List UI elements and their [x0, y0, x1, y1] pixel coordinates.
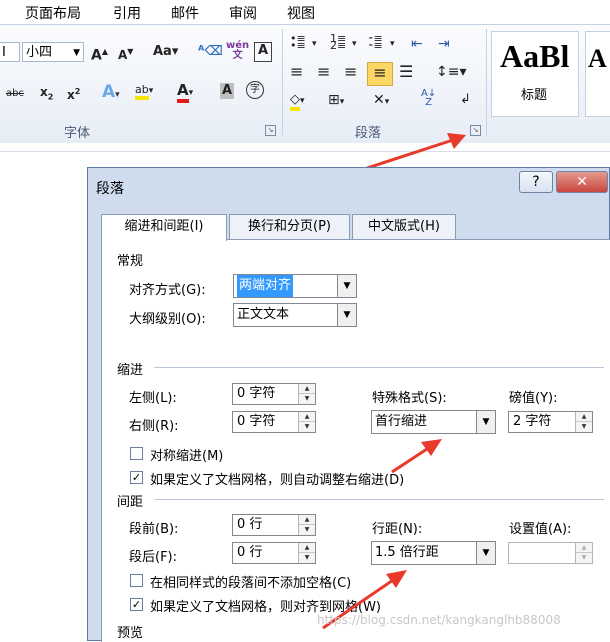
annotation-arrows-dialog	[322, 439, 442, 630]
arrowhead-icon	[386, 570, 407, 588]
arrowhead-icon	[421, 439, 442, 456]
watermark: https://blog.csdn.net/kangkanglhb88008	[317, 613, 561, 627]
arrow-to-special-format	[391, 445, 431, 474]
tab-indents-spacing[interactable]: 缩进和间距(I)	[101, 214, 227, 241]
